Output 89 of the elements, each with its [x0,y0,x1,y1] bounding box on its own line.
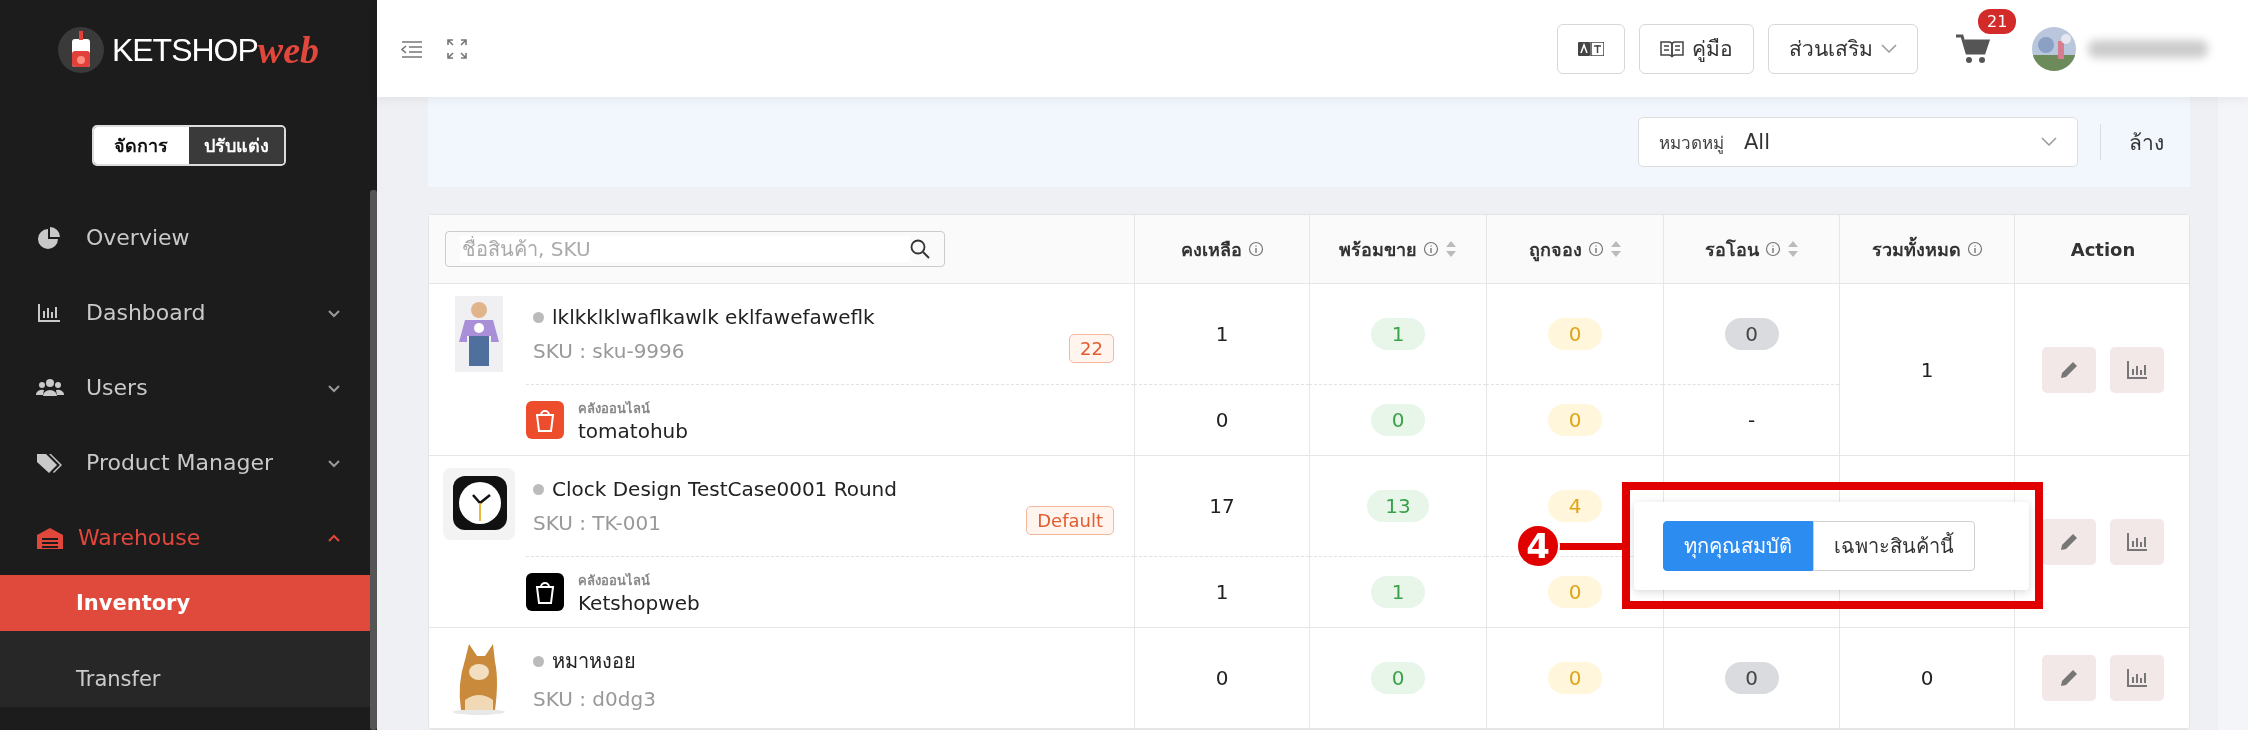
translate-icon [1578,41,1604,56]
sidebar-item-label: Users [86,375,149,400]
count-pill: 0 [1724,662,1779,694]
table-cell-text: 0 [1214,407,1230,434]
category-select[interactable]: หมวดหมู่ All [1638,117,2078,167]
bar-chart-icon [2127,360,2147,379]
table-cell-text: - [1746,407,1757,434]
channel-label: คลังออนไลน์ [578,571,651,590]
table-cell: 0 [1548,662,1602,694]
column-header: พร้อมขาย [1339,237,1417,262]
product-sku: SKU : TK-001 [533,511,662,535]
sidebar-item-label: Warehouse [78,525,202,550]
table-cell: 1 [1371,318,1425,350]
cart-count-badge: 21 [1978,8,2017,34]
stats-button[interactable] [2110,518,2164,565]
edit-button[interactable] [2042,655,2096,701]
cart-icon[interactable] [1956,33,1990,64]
column-header: รวมทั้งหมด [1871,235,1961,262]
chevron-down-icon [1881,43,1897,54]
sidebar-item[interactable]: Overview [0,200,369,275]
logo-text-accent: web [257,28,320,72]
logo-icon [57,27,104,73]
search-icon [910,239,930,259]
scrollbar[interactable] [370,190,377,730]
table-cell: 0 [1548,576,1602,608]
product-tag: 22 [1069,333,1114,363]
product-tag: Default [1026,505,1114,535]
addons-dropdown[interactable]: ส่วนเสริม [1768,23,1918,74]
table-cell: 0 [1920,666,1934,690]
status-dot [533,311,544,323]
mode-toggle-option[interactable]: ปรับแต่ง [188,127,284,164]
sidebar-subitem[interactable]: Transfer [0,651,370,707]
segment-option[interactable]: เฉพาะสินค้านี้ [1813,520,1975,571]
manual-button[interactable]: คู่มือ [1639,23,1754,74]
table-cell: 13 [1367,490,1429,522]
channel-name: tomatohub [578,418,688,443]
mode-toggle-option[interactable]: จัดการ [93,127,189,164]
menu-collapse-icon[interactable] [401,39,423,58]
sidebar-item-label: Product Manager [86,450,274,475]
clear-link[interactable]: ล้าง [2123,124,2170,160]
product-name: lklkklklwaflkawlk eklfawefaweflk [552,305,875,329]
table-cell: 0 [1371,662,1425,694]
product-name: Clock Design TestCase0001 Round [552,477,897,501]
sidebar-item[interactable]: Warehouse [0,500,369,575]
logo-text: KETSHOP [111,31,258,69]
table-cell: 4 [1548,490,1602,522]
table-cell: 1 [1371,576,1425,608]
warehouse-icon [36,525,64,550]
sidebar-item[interactable]: Product Manager [0,425,369,500]
sidebar-item[interactable]: Users [0,350,369,425]
book-icon [1660,39,1684,58]
stats-button[interactable] [2110,655,2164,701]
column-header: รอโอน [1704,237,1759,262]
sidebar-item-label: Overview [86,225,191,250]
sidebar-item[interactable]: Dashboard [0,275,369,350]
sidebar-item-label: Dashboard [86,300,207,325]
product-sku: SKU : sku-9996 [533,339,686,363]
column-header: คงเหลือ [1180,237,1242,262]
table-cell-text: 1 [1214,321,1230,348]
edit-button[interactable] [2042,518,2096,565]
column-header: Action [2070,238,2136,260]
search-field[interactable]: ชื่อสินค้า, SKU [445,231,945,267]
channel-label: คลังออนไลน์ [578,399,651,418]
chevron-down-icon [2041,137,2057,147]
status-dot [533,483,544,495]
stats-button[interactable] [2110,346,2164,393]
bar-chart-icon [2127,669,2147,687]
count-pill: 0 [1724,318,1779,350]
table-cell-text: 0 [1214,665,1230,692]
column-header: ถูกจอง [1528,237,1582,264]
table-cell: 0 [1548,404,1602,436]
table-cell-text: 17 [1208,493,1236,520]
table-cell: 0 [1548,318,1602,350]
translate-button[interactable] [1557,23,1625,74]
scrollbar[interactable] [2218,97,2248,730]
product-sku: SKU : d0dg3 [533,687,657,711]
table-cell: 0 [1371,404,1425,436]
fullscreen-icon[interactable] [447,38,467,59]
channel-name: Ketshopweb [578,590,700,615]
table-cell-text: 1 [1214,579,1230,606]
status-dot [533,655,544,667]
pencil-icon [2059,531,2079,552]
product-name: หมาหงอย [552,648,636,675]
pencil-icon [2059,668,2079,688]
sidebar-subitem[interactable]: Inventory [0,575,370,631]
pencil-icon [2059,359,2079,380]
edit-button[interactable] [2042,346,2096,393]
bar-chart-icon [2127,532,2147,551]
table-cell: 1 [1920,357,1934,382]
